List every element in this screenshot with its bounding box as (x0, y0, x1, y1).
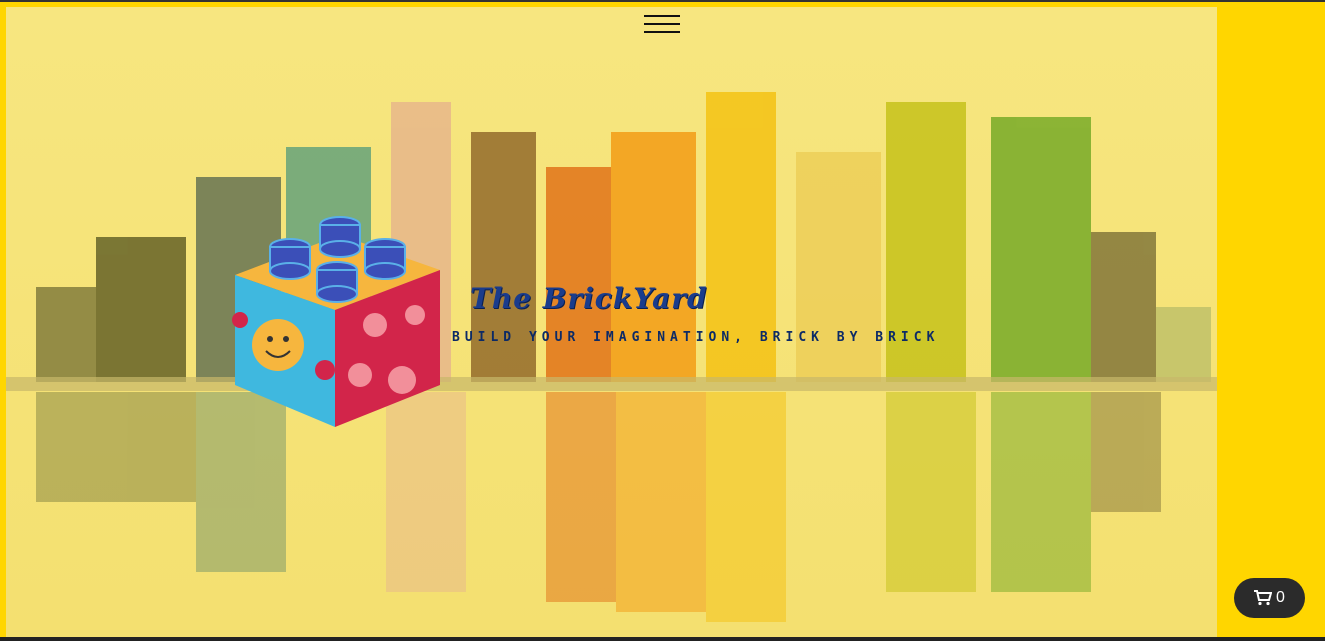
hero-banner (6, 7, 1217, 637)
toy-brick-logo-icon (230, 215, 445, 435)
top-border (0, 0, 1325, 2)
hamburger-menu-icon[interactable] (644, 13, 680, 37)
page-frame: The BrickYard BUILD YOUR IMAGINATION, BR… (0, 0, 1325, 641)
shopping-cart-icon (1254, 590, 1273, 606)
site-tagline: BUILD YOUR IMAGINATION, BRICK BY BRICK (452, 330, 940, 345)
site-title: The BrickYard (470, 282, 708, 315)
cart-button[interactable]: 0 (1234, 578, 1305, 618)
hero-skyline-image (6, 7, 1217, 637)
bottom-border (0, 637, 1325, 641)
cart-count: 0 (1276, 589, 1285, 606)
